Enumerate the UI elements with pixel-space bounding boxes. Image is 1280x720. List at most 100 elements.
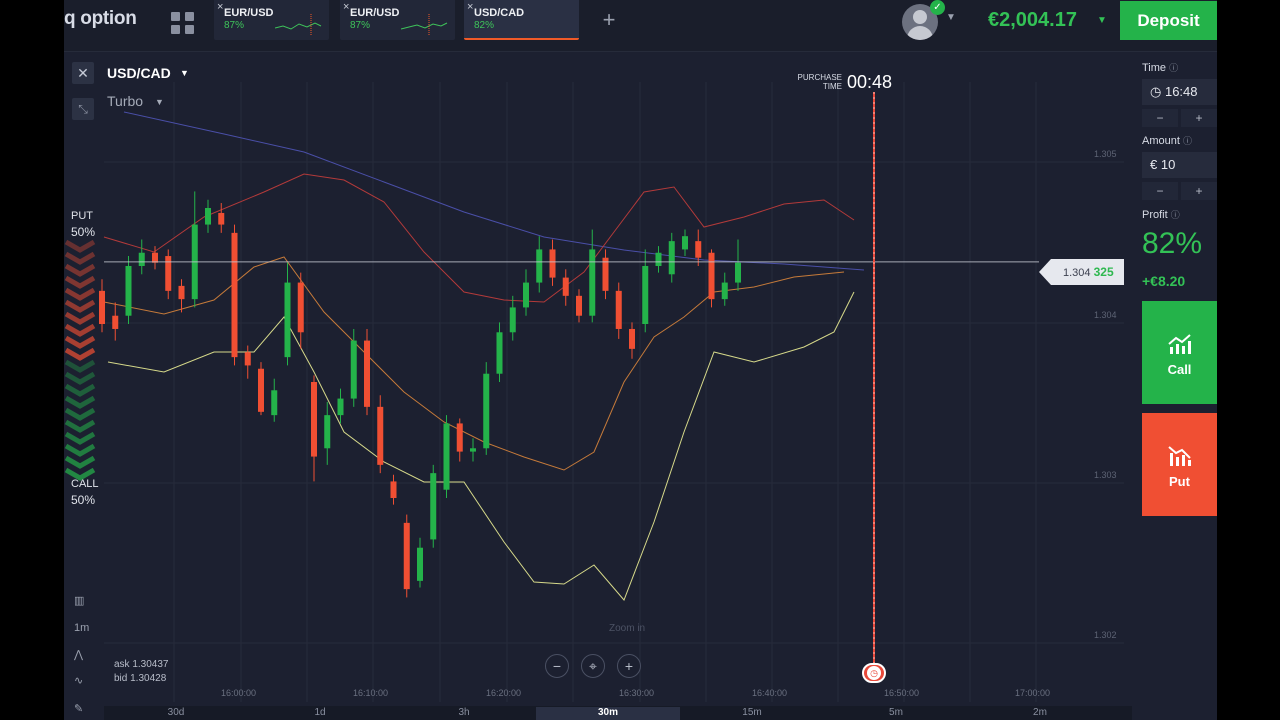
candle (576, 289, 582, 323)
price-chart[interactable] (64, 52, 1132, 720)
info-icon[interactable]: ⓘ (1171, 210, 1180, 220)
timeframe-2m[interactable]: 2m (968, 707, 1112, 720)
tab-pair: EUR/USD (224, 7, 274, 19)
candle-body (390, 481, 397, 498)
asset-selector[interactable]: USD/CAD (107, 65, 171, 81)
put-chevron (64, 251, 96, 265)
grid-icon[interactable] (168, 9, 194, 35)
bar-chart-icon[interactable]: ▥ (74, 594, 84, 607)
close-icon[interactable]: × (467, 1, 473, 13)
call-chevron (64, 395, 96, 409)
profit-label-text: Profit (1142, 209, 1168, 221)
ask-price: ask 1.30437 (114, 659, 169, 670)
line-tool-icon[interactable]: ⋀ (74, 648, 83, 661)
call-sentiment-label: CALL (71, 478, 99, 490)
timeframe-1d[interactable]: 1d (248, 707, 392, 720)
amount-label: Amount ⓘ (1142, 134, 1192, 147)
add-tab-button[interactable]: + (594, 8, 624, 34)
expiry-time-input[interactable]: ◷ 16:48 (1142, 79, 1217, 105)
candle (602, 249, 609, 300)
option-mode-selector[interactable]: Turbo (107, 93, 143, 109)
tab-pair: EUR/USD (350, 7, 400, 19)
info-icon[interactable]: ⓘ (1183, 136, 1192, 146)
call-chevron (64, 359, 96, 373)
amount-input[interactable]: € 10 (1142, 152, 1217, 178)
candle-body (483, 373, 490, 449)
time-decrease-button[interactable]: − (1142, 109, 1178, 127)
amount-decrease-button[interactable]: − (1142, 182, 1178, 200)
call-chevron (64, 407, 96, 421)
candle-body (509, 307, 516, 333)
candle-body (629, 328, 635, 349)
tab-pair: USD/CAD (474, 7, 525, 19)
x-axis-label: 16:40:00 (752, 688, 788, 698)
candle-body (337, 398, 344, 416)
price-suffix: 325 (1093, 265, 1114, 279)
trend-up-icon (1168, 334, 1191, 354)
sentiment-meter (64, 239, 96, 481)
timeframe-3h[interactable]: 3h (392, 707, 536, 720)
chevron-down-icon[interactable]: ▼ (946, 12, 956, 23)
bid-price: bid 1.30428 (114, 673, 167, 684)
candle-body (523, 282, 529, 308)
candle (244, 345, 251, 379)
close-icon[interactable]: × (217, 1, 223, 13)
timeframe-15m[interactable]: 15m (680, 707, 824, 720)
info-icon[interactable]: ⓘ (1169, 63, 1178, 73)
profit-percent: 82% (1142, 227, 1203, 260)
chevron-down-icon[interactable]: ▼ (180, 68, 189, 78)
candle (655, 246, 662, 273)
timeframe-5m[interactable]: 5m (824, 707, 968, 720)
indicator-icon[interactable]: ∿ (74, 674, 83, 687)
candle-body (99, 290, 105, 324)
chevron-down-icon[interactable]: ▼ (1097, 15, 1107, 26)
call-button-label: Call (1167, 362, 1192, 377)
put-chevron (64, 263, 96, 277)
put-button[interactable]: Put (1142, 413, 1217, 516)
call-chevron (64, 371, 96, 385)
asset-tab-1[interactable]: × EUR/USD 87% (214, 0, 329, 40)
deposit-button[interactable]: Deposit (1120, 1, 1217, 40)
y-axis-label: 1.303 (1094, 470, 1117, 480)
close-icon[interactable]: × (343, 1, 349, 13)
candle (138, 239, 145, 275)
pencil-icon[interactable]: ✎ (74, 702, 83, 715)
account-balance[interactable]: €2,004.17 (988, 9, 1077, 32)
chart-timeframe-button[interactable]: 1m (74, 622, 89, 634)
candle-body (735, 262, 741, 283)
candle (205, 199, 211, 233)
time-increase-button[interactable]: + (1181, 109, 1217, 127)
timeframe-30m[interactable]: 30m (536, 707, 680, 720)
verified-icon: ✓ (930, 0, 945, 15)
call-button[interactable]: Call (1142, 301, 1217, 404)
put-chevron (64, 311, 96, 325)
candle (125, 256, 132, 324)
put-button-label: Put (1169, 474, 1190, 489)
asset-tab-2[interactable]: × EUR/USD 87% (340, 0, 455, 40)
tab-payout: 82% (474, 20, 495, 31)
bollinger-upper (103, 173, 855, 303)
candle-body (443, 423, 450, 490)
candle-body (470, 448, 476, 452)
candle-body (377, 406, 384, 465)
candle (311, 375, 317, 482)
candle (615, 282, 622, 339)
candle-body (244, 352, 251, 366)
chart-area[interactable]: ✕ USD/CAD ▼ ⤡ Turbo ▼ PUT 50% CALL 50% P… (64, 52, 1132, 720)
collapse-icon[interactable]: ⤡ (72, 98, 94, 120)
asset-tab-3[interactable]: × USD/CAD 82% (464, 0, 579, 40)
candle (470, 438, 476, 462)
chevron-down-icon[interactable]: ▼ (155, 97, 164, 107)
candle (337, 388, 344, 424)
zoom-in-button[interactable]: + (617, 654, 641, 678)
timer-icon[interactable]: ◷ (862, 663, 886, 683)
call-chevron (64, 467, 96, 481)
zoom-hint: Zoom in (609, 623, 646, 634)
close-icon[interactable]: ✕ (72, 62, 94, 84)
zoom-out-button[interactable]: − (545, 654, 569, 678)
center-chart-button[interactable]: ⌖ (581, 654, 605, 678)
put-chevron (64, 239, 96, 253)
candle (523, 269, 529, 316)
timeframe-30d[interactable]: 30d (104, 707, 248, 720)
amount-increase-button[interactable]: + (1181, 182, 1217, 200)
